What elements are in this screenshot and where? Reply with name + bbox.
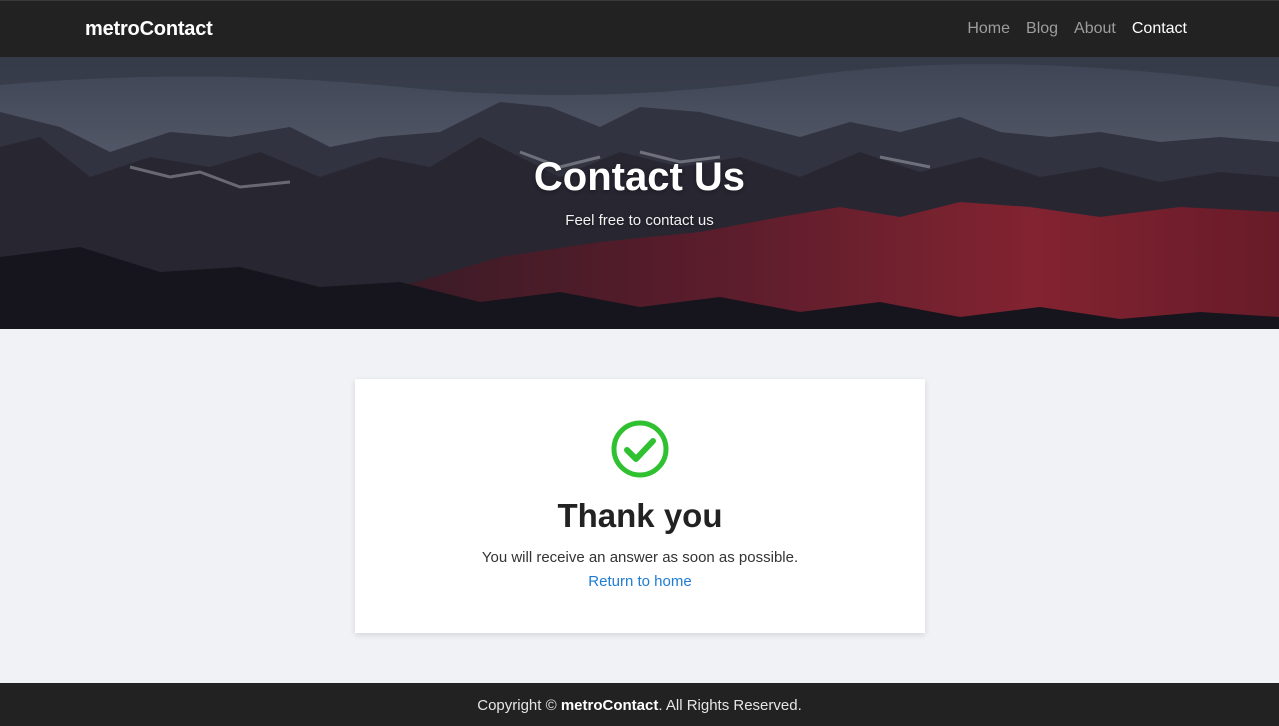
page-subtitle: Feel free to contact us [565,212,714,229]
navbar: metroContact Home Blog About Contact [0,0,1279,57]
nav-link-contact[interactable]: Contact [1132,20,1187,38]
nav-link-blog[interactable]: Blog [1026,20,1058,38]
confirmation-title: Thank you [557,497,723,534]
footer-copyright-prefix: Copyright © [477,697,561,714]
confirmation-message: You will receive an answer as soon as po… [481,549,799,566]
nav-links: Home Blog About Contact [967,20,1187,38]
return-home-link[interactable]: Return to home [355,573,925,590]
brand-logo[interactable]: metroContact [85,18,213,41]
nav-link-about[interactable]: About [1074,20,1116,38]
page-title: Contact Us [533,155,746,199]
footer: Copyright © metroContact. All Rights Res… [0,683,1279,726]
confirmation-card: Thank you You will receive an answer as … [355,379,925,633]
check-circle-icon [611,420,669,478]
footer-brand: metroContact [560,697,659,714]
footer-copyright-suffix: . All Rights Reserved. [658,697,802,714]
hero-banner: Contact Us Feel free to contact us [0,57,1279,329]
nav-link-home[interactable]: Home [967,20,1010,38]
